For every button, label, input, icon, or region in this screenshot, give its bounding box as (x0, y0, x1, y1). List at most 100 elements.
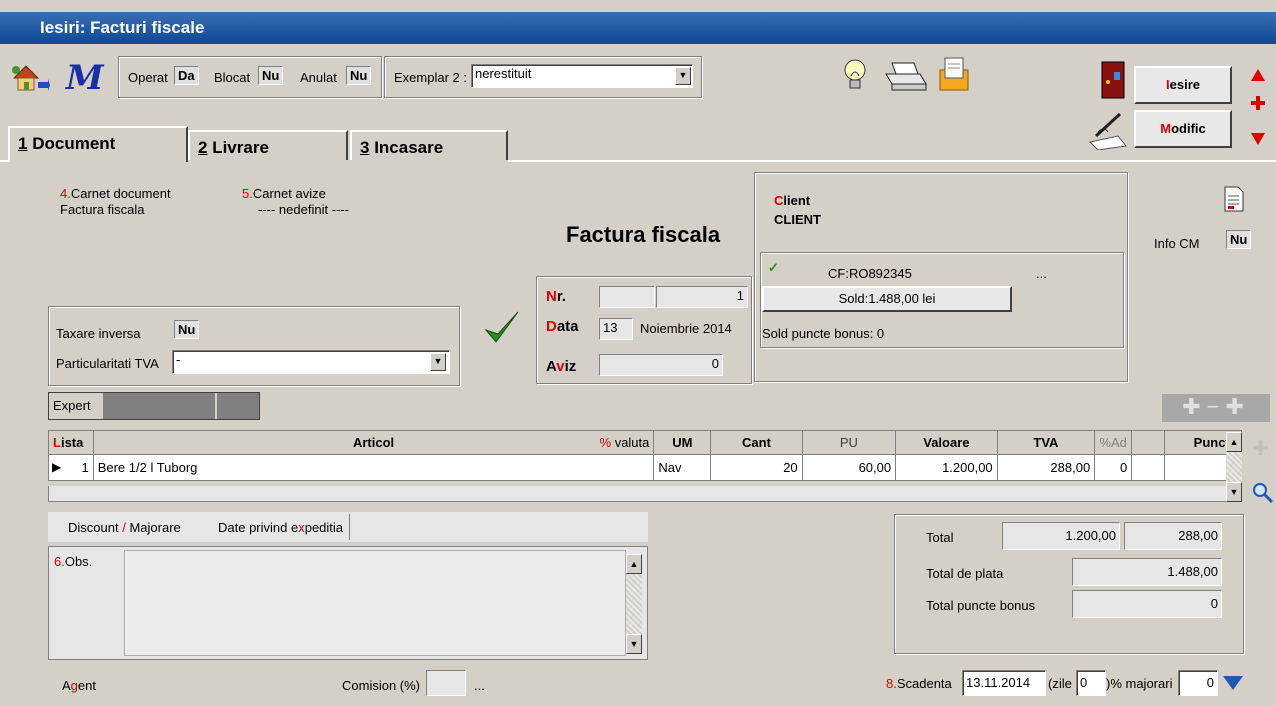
nr-label: Nr. (546, 288, 566, 305)
col-valoare[interactable]: Valoare (895, 430, 998, 455)
document-icon[interactable] (1224, 186, 1244, 212)
check-small-icon: ✓ (768, 260, 779, 275)
obs-textarea[interactable] (124, 550, 626, 656)
obs-num: 6. (54, 554, 65, 569)
cell-valoare[interactable]: 1.200,00 (895, 454, 998, 481)
col-articol-label: Articol (352, 435, 395, 450)
cell-cant[interactable]: 20 (710, 454, 803, 481)
arrow-down-icon[interactable] (1250, 132, 1266, 146)
agent-label[interactable]: Agent (62, 678, 96, 693)
grid-scroll-down-icon[interactable]: ▼ (1226, 482, 1242, 502)
carnet-document-text: Carnet document (70, 186, 171, 201)
carnet-avize-value[interactable]: ---- nedefinit ---- (258, 202, 349, 217)
particularitati-select[interactable]: - (172, 350, 450, 374)
scadenta-field[interactable]: 13.11.2014 (962, 670, 1046, 696)
aviz-label: Aviz (546, 358, 576, 375)
exit-door-icon[interactable] (1100, 60, 1126, 100)
tab-document[interactable]: 1 Document (8, 126, 188, 162)
exemplar-select[interactable]: nerestituit (471, 64, 693, 88)
blocat-value[interactable]: Nu (258, 66, 284, 85)
iesire-button[interactable]: Iesire (1134, 66, 1232, 104)
grid-scroll-up-icon[interactable]: ▲ (1226, 432, 1242, 452)
operat-value[interactable]: Da (174, 66, 199, 85)
col-um[interactable]: UM (653, 430, 712, 455)
dropdown-triangle-icon[interactable] (1222, 674, 1244, 692)
tab-incasare[interactable]: 3 Incasare (350, 130, 508, 160)
plus-red-icon[interactable] (1251, 96, 1265, 110)
col-articol[interactable]: Articol% valuta (92, 430, 655, 455)
client-label-rest: lient (783, 193, 811, 208)
document-export-icon[interactable] (934, 54, 974, 94)
cell-articol[interactable]: Bere 1/2 l Tuborg (92, 454, 655, 481)
cell-nr[interactable]: ▶ 1 (48, 454, 94, 481)
total-plata-value: 1.488,00 (1072, 558, 1222, 586)
table-row[interactable]: ▶ 1 Bere 1/2 l Tuborg Nav 20 60,00 1.200,… (48, 454, 1243, 481)
window-title: Iesiri: Facturi fiscale (0, 12, 1276, 44)
comision-field[interactable] (426, 670, 466, 696)
expert-bar[interactable]: Expert (48, 392, 260, 420)
obs-scroll-down-icon[interactable]: ▼ (626, 634, 642, 654)
sold-button[interactable]: Sold:1.488,00 lei (762, 286, 1012, 312)
lightbulb-icon[interactable] (842, 58, 868, 92)
row-add-icon[interactable]: ✚−✚ (1162, 394, 1270, 422)
expert-label: Expert (49, 393, 103, 419)
checkmark-icon[interactable] (482, 308, 522, 348)
col-extra[interactable] (1131, 430, 1165, 455)
tab-livrare-num: 2 (198, 138, 208, 157)
row-pointer-icon: ▶ (52, 460, 62, 474)
col-pu[interactable]: PU (801, 430, 897, 455)
col-tva[interactable]: TVA (996, 430, 1096, 455)
side-plus-icon[interactable]: ✚ (1252, 436, 1269, 461)
obs-text: Obs. (64, 554, 93, 569)
col-ad[interactable]: %Ad (1094, 430, 1133, 455)
aviz-field[interactable]: 0 (599, 354, 723, 376)
total-plata-label: Total de plata (926, 566, 1004, 581)
modific-button[interactable]: Modific (1134, 110, 1232, 148)
cell-extra[interactable] (1131, 454, 1165, 481)
m-logo-icon[interactable]: M (66, 58, 118, 98)
info-cm-value[interactable]: Nu (1226, 230, 1252, 249)
nr-series[interactable] (599, 286, 655, 308)
zile-field[interactable]: 0 (1076, 670, 1106, 696)
tab-expeditie[interactable]: Date privind expeditia (212, 514, 351, 540)
cell-ad[interactable]: 0 (1094, 454, 1133, 481)
arrow-up-icon[interactable] (1250, 68, 1266, 82)
total-value: 1.200,00 (1002, 522, 1120, 550)
tab-discount-majorare[interactable]: Discount / Majorare (68, 520, 181, 535)
obs-scroll-up-icon[interactable]: ▲ (626, 554, 642, 574)
grid-scrollbar[interactable] (1226, 452, 1242, 482)
anulat-value[interactable]: Nu (346, 66, 372, 85)
tab-incasare-num: 3 (360, 138, 370, 157)
comision-more-link[interactable]: ... (474, 678, 485, 693)
carnet-document-value[interactable]: Factura fiscala (60, 202, 145, 217)
chevron-down-icon[interactable]: ▼ (675, 67, 691, 85)
blocat-label: Blocat (214, 70, 251, 85)
data-label-rest: ata (556, 318, 579, 335)
nr-label-first: N (546, 288, 557, 305)
particularitati-chevron-down-icon[interactable]: ▼ (430, 353, 446, 371)
printer-icon[interactable] (880, 60, 928, 92)
cell-tva[interactable]: 288,00 (996, 454, 1096, 481)
cell-pu[interactable]: 60,00 (801, 454, 897, 481)
cell-um[interactable]: Nav (653, 454, 712, 481)
nr-field[interactable]: 1 (656, 286, 748, 308)
taxare-inversa-value[interactable]: Nu (174, 320, 200, 339)
home-icon[interactable] (10, 60, 50, 94)
particularitati-value: - (176, 352, 181, 367)
client-bonus: Sold puncte bonus: 0 (762, 326, 885, 341)
data-day-field[interactable]: 13 (599, 318, 633, 340)
client-name[interactable]: CLIENT (774, 212, 821, 227)
col-lista[interactable]: Lista (48, 430, 94, 455)
tab-livrare[interactable]: 2 Livrare (188, 130, 348, 160)
total-tva: 288,00 (1124, 522, 1222, 550)
search-icon[interactable] (1250, 480, 1274, 504)
col-cant[interactable]: Cant (710, 430, 803, 455)
obs-scrollbar[interactable] (626, 574, 642, 634)
grid-empty-area (48, 486, 1226, 502)
scadenta-label: 8.Scadenta (886, 676, 952, 691)
majorari-field[interactable]: 0 (1178, 670, 1218, 696)
client-more-link[interactable]: ... (1036, 266, 1047, 281)
pen-write-icon[interactable] (1086, 106, 1130, 151)
total-label: Total (926, 530, 954, 545)
subtab-slash: / (122, 520, 126, 535)
